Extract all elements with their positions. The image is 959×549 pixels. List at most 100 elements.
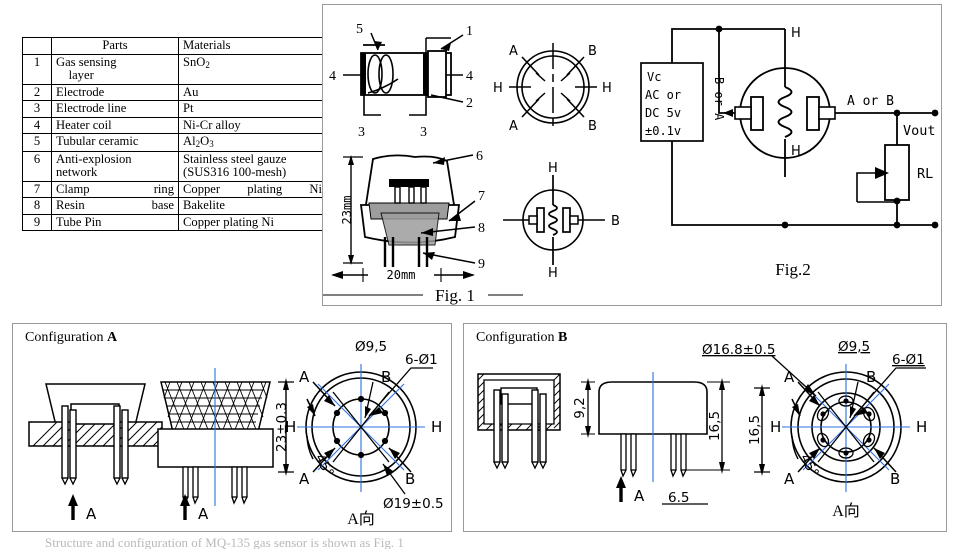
junction-dot-gnd-rl	[893, 221, 901, 229]
row-no: 5	[22, 133, 52, 152]
label-1: 1	[466, 24, 473, 39]
pin-dot	[843, 398, 849, 404]
supply-line-1: Vc	[647, 70, 661, 84]
header-materials: Materials	[178, 37, 327, 55]
circuit-label-h-bottom: H	[791, 144, 801, 159]
label-6: 6	[476, 149, 483, 164]
figure1-caption-group: Fig. 1	[323, 286, 523, 305]
row-no: 6	[22, 150, 52, 182]
table-row: 3 Electrode line Pt	[22, 100, 327, 118]
config-b-pin-h-left: H	[770, 418, 781, 436]
figure1-figure2-panel: 5 1 4 4 2 3 3 6 7 8 9 23mm 20mm Fig. 1 A…	[322, 4, 942, 306]
row-material: Ni-Cr alloy	[178, 116, 327, 134]
pin-dot	[843, 450, 849, 456]
pin-dot	[381, 437, 389, 445]
config-b-pin-h-right: H	[916, 418, 927, 436]
sensor-element-schematic: H H B	[503, 161, 620, 281]
label-5: 5	[356, 22, 363, 37]
config-a-view-arrow-label-2: A	[198, 505, 209, 523]
label-8: 8	[478, 221, 485, 236]
supply-line-2: AC or	[645, 88, 681, 102]
config-b-pin-a2: A	[784, 470, 795, 488]
pin-dot	[333, 409, 341, 417]
row-part: Electrode line	[51, 100, 179, 118]
label-2: 2	[466, 96, 473, 111]
config-b-dim-65: 6.5	[668, 490, 689, 506]
config-b-dim-d95: Ø9,5	[838, 339, 870, 355]
label-3-right: 3	[420, 125, 427, 140]
config-a-pin-h-right: H	[431, 418, 442, 436]
row-part: Clamp ring	[51, 180, 179, 198]
config-a-outline-view: A	[157, 368, 274, 523]
row-material: SnO2	[178, 53, 327, 85]
configuration-b-svg: 9,2 16,5 6.5 A 16,5 H H A B A B 45° Ø16.…	[477, 339, 927, 520]
pin-dot	[357, 395, 365, 403]
config-b-height-dimension: 16,5	[747, 384, 770, 476]
label-7: 7	[478, 189, 485, 204]
row-part: Resin base	[51, 197, 179, 215]
pin-label-b-top: B	[588, 44, 597, 59]
pin-label-a-bottom: A	[509, 119, 518, 134]
label-b-or-a: B or A	[712, 77, 726, 121]
config-a-pin-h-left: H	[285, 418, 296, 436]
label-a-or-b: A or B	[847, 94, 894, 109]
config-b-view-arrow-label: A	[634, 487, 645, 505]
row-part: Gas sensing layer	[51, 53, 179, 85]
config-b-dim-6d1: 6-Ø1	[892, 352, 925, 368]
sensor-body-view: 6 7 8 9 23mm 20mm	[331, 149, 485, 283]
config-a-dim-6d1: 6-Ø1	[405, 352, 438, 368]
table-row: 8 Resin base Bakelite	[22, 197, 327, 215]
row-material: Au	[178, 83, 327, 101]
supply-line-4: ±0.1v	[645, 124, 681, 138]
row-no: 7	[22, 180, 52, 198]
pin-label-a-top: A	[509, 44, 518, 59]
row-part: Heater coil	[51, 116, 179, 134]
configuration-b-panel: Configuration B 9,2 16,5 6.5 A 16,5 H H …	[463, 323, 947, 532]
table-head: Parts Materials	[22, 37, 327, 55]
pin-dot	[820, 437, 826, 443]
dimension-width-20mm: 20mm	[387, 268, 416, 282]
row-part: Electrode	[51, 83, 179, 101]
config-b-pin-b1: B	[866, 368, 876, 386]
table-body: 1 Gas sensing layer SnO2 2 Electrode Au …	[22, 53, 327, 231]
row-material: Copper plating Ni	[178, 213, 327, 231]
schematic-label-h-bottom: H	[548, 266, 558, 281]
row-no: 8	[22, 197, 52, 215]
schematic-label-b: B	[611, 214, 620, 229]
label-vout: Vout	[903, 123, 936, 139]
label-9: 9	[478, 257, 485, 272]
config-b-view-label: A向	[832, 502, 860, 520]
row-no: 9	[22, 213, 52, 231]
pin-label-h-left: H	[493, 81, 503, 96]
pin-label-h-right: H	[602, 81, 612, 96]
config-a-dim-d19: Ø19±0.5	[383, 496, 444, 512]
dimension-height-23mm: 23mm	[340, 196, 354, 225]
row-no: 4	[22, 116, 52, 134]
config-a-view-label: A向	[347, 510, 375, 528]
schematic-label-h-top: H	[548, 161, 558, 176]
figure2-caption: Fig.2	[775, 260, 810, 279]
config-b-dim-165: 16,5	[707, 411, 723, 441]
row-material: Al2O3	[178, 133, 327, 152]
config-a-pin-a2: A	[299, 470, 310, 488]
label-3-left: 3	[358, 125, 365, 140]
pin-label-b-bottom: B	[588, 119, 597, 134]
row-part: Tubular ceramic	[51, 133, 179, 152]
bottom-caption: Structure and configuration of MQ-135 ga…	[45, 535, 404, 549]
table-row: 7 Clamp ring Copper plating Ni	[22, 180, 327, 198]
config-b-pin-a1: A	[784, 368, 795, 386]
config-b-dim-165b: 16,5	[747, 415, 763, 445]
table-row: 1 Gas sensing layer SnO2	[22, 53, 327, 85]
config-a-pin-b1: B	[381, 368, 391, 386]
figure1-caption: Fig. 1	[435, 286, 475, 305]
config-b-pin-circle: H H A B A B 45° Ø16.8±0.5 Ø9,5 6-Ø1 A向	[702, 339, 927, 520]
row-material: Pt	[178, 100, 327, 118]
junction-dot-wiper	[893, 197, 901, 205]
terminal-dot-vout-top	[931, 109, 939, 117]
row-no: 2	[22, 83, 52, 101]
table-row: 4 Heater coil Ni-Cr alloy	[22, 116, 327, 134]
table-row: 5 Tubular ceramic Al2O3	[22, 133, 327, 152]
supply-line-3: DC 5v	[645, 106, 681, 120]
header-parts: Parts	[51, 37, 179, 55]
config-b-dim-d168: Ø16.8±0.5	[702, 342, 775, 358]
